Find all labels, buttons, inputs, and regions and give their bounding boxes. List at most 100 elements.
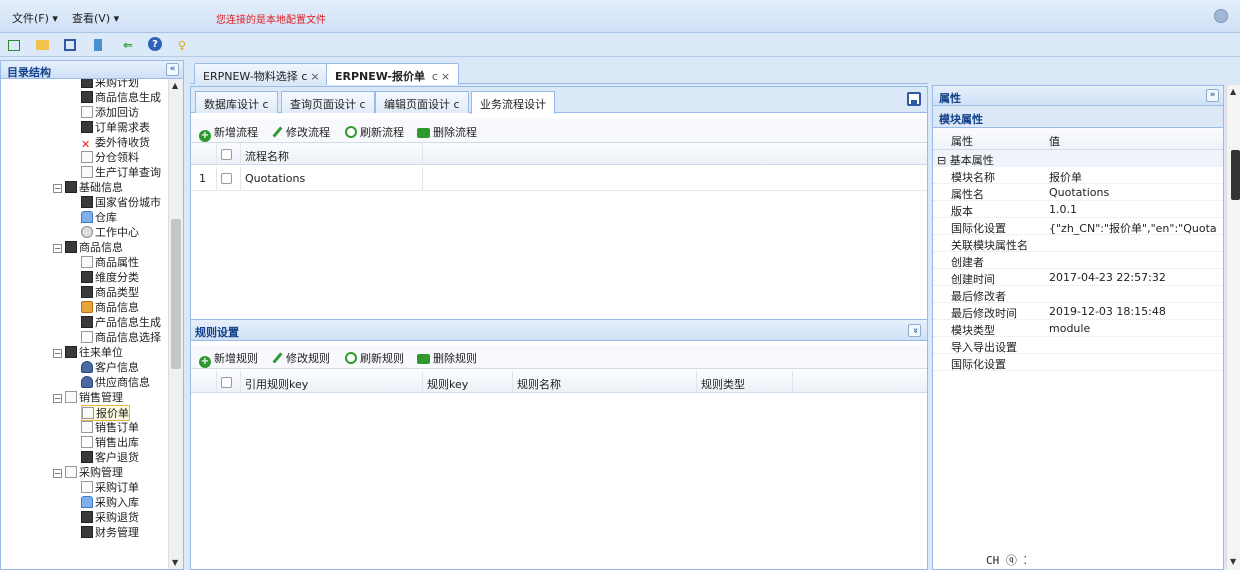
menu-view[interactable]: 查看(V) ▾ [72,10,119,26]
tree-toggle-icon[interactable]: − [53,184,62,193]
tree-scrollbar[interactable]: ▲ ▼ [168,79,183,569]
side-grip-handle[interactable] [1231,150,1240,200]
tree-item[interactable]: 客户信息 [81,360,139,376]
new-icon[interactable] [8,40,20,51]
save-icon[interactable] [64,39,76,51]
scroll-down-icon[interactable]: ▼ [1230,557,1236,566]
save-icon[interactable] [907,92,921,106]
tree-item[interactable]: 商品信息 [81,300,139,316]
lightbulb-icon[interactable]: ♀ [174,37,190,53]
property-row[interactable]: 最后修改者 [933,286,1223,303]
tab-query-page-design[interactable]: 查询页面设计 c [281,91,375,113]
tree-item[interactable]: 工作中心 [81,225,139,241]
open-folder-icon[interactable] [36,40,49,50]
tab-database-design[interactable]: 数据库设计 c [195,91,278,113]
tree-item[interactable]: 客户退货 [81,450,139,466]
property-row[interactable]: 关联模块属性名 [933,235,1223,252]
property-row[interactable]: 最后修改时间 2019-12-03 18:15:48 [933,303,1223,320]
tree-toggle-icon[interactable]: − [53,394,62,403]
tree-item[interactable]: 维度分类 [81,270,139,286]
expand-right-button[interactable]: » [1206,89,1219,102]
tab-quotation[interactable]: ERPNEW-报价单 c × [326,63,460,85]
property-row[interactable]: 创建者 [933,252,1223,269]
add-flow-button[interactable]: + 新增流程 [199,124,258,142]
property-value[interactable]: Quotations [1049,186,1221,199]
refresh-flow-button[interactable]: 刷新流程 [345,124,404,140]
property-row[interactable]: 模块类型 module [933,320,1223,337]
property-row[interactable]: 创建时间 2017-04-23 22:57:32 [933,269,1223,286]
property-value[interactable]: 2019-12-03 18:15:48 [1049,305,1221,318]
tree-item[interactable]: 生产订单查询 [81,165,161,181]
tree-toggle-icon[interactable]: − [53,349,62,358]
export-icon[interactable] [94,39,102,51]
collapse-left-button[interactable]: « [166,63,179,76]
column-rule-key[interactable]: 规则key [423,371,513,392]
collapse-group-icon[interactable]: ⊟ [937,154,946,167]
tree-item[interactable]: 仓库 [81,210,117,226]
tree-item[interactable]: 分仓领料 [81,150,139,166]
tree-item[interactable]: 商品属性 [81,255,139,271]
tab-material-select[interactable]: ERPNEW-物料选择 c × [194,63,329,84]
tree-item[interactable]: 采购退货 [81,510,139,526]
tree-item[interactable]: 商品信息选择 [81,330,161,346]
scroll-up-icon[interactable]: ▲ [172,81,178,90]
tree-item[interactable]: − 基础信息 [53,180,123,196]
tree-item[interactable]: 财务管理 [81,525,139,541]
edit-flow-button[interactable]: 修改流程 [271,124,330,140]
table-row[interactable]: 1 Quotations [191,167,927,191]
user-icon[interactable] [1214,9,1228,23]
ime-indicator[interactable]: CH ⓠ ⁚ [986,552,1027,568]
delete-flow-button[interactable]: 删除流程 [417,124,477,140]
menu-file[interactable]: 文件(F) ▾ [12,10,58,26]
tree-item[interactable]: 销售出库 [81,435,139,451]
column-ref-rule-key[interactable]: 引用规则key [241,371,423,392]
scroll-up-icon[interactable]: ▲ [1230,87,1236,96]
tree-scroll-thumb[interactable] [171,219,181,369]
property-row[interactable]: 版本 1.0.1 [933,201,1223,218]
edit-rule-button[interactable]: 修改规则 [271,350,330,366]
property-row[interactable]: 模块名称 报价单 [933,167,1223,184]
property-value[interactable]: 2017-04-23 22:57:32 [1049,271,1221,284]
property-row[interactable]: 国际化设置 [933,354,1223,371]
tree-item[interactable]: 产品信息生成 [81,315,161,331]
rules-toggle-button[interactable]: » [908,324,921,337]
property-value[interactable]: {"zh_CN":"报价单","en":"Quota [1049,220,1221,236]
property-value[interactable]: 1.0.1 [1049,203,1221,216]
tree-item[interactable]: 国家省份城市 [81,195,161,211]
scroll-down-icon[interactable]: ▼ [172,558,178,567]
close-icon[interactable]: × [310,70,319,83]
column-flow-name[interactable]: 流程名称 [241,143,423,164]
select-all-checkbox[interactable] [217,371,241,392]
row-checkbox[interactable] [217,167,241,190]
tree-item[interactable]: 添加回访 [81,105,139,121]
help-icon[interactable]: ? [148,37,162,51]
close-icon[interactable]: × [441,70,450,83]
property-row[interactable]: 国际化设置 {"zh_CN":"报价单","en":"Quota [933,218,1223,235]
delete-rule-button[interactable]: 删除规则 [417,350,477,366]
tree-item[interactable]: 商品信息生成 [81,90,161,106]
tree-item[interactable]: ✕ 委外待收货 [81,135,150,151]
tree-item[interactable]: 销售订单 [81,420,139,436]
property-group-basic[interactable]: ⊟ 基本属性 [933,150,1223,167]
property-row[interactable]: 导入导出设置 [933,337,1223,354]
tree-item[interactable]: 订单需求表 [81,120,150,136]
tree-item[interactable]: 采购入库 [81,495,139,511]
property-value[interactable]: module [1049,322,1221,335]
column-rule-name[interactable]: 规则名称 [513,371,697,392]
tree-toggle-icon[interactable]: − [53,469,62,478]
tree-toggle-icon[interactable]: − [53,244,62,253]
add-rule-button[interactable]: + 新增规则 [199,350,258,368]
property-row[interactable]: 属性名 Quotations [933,184,1223,201]
select-all-checkbox[interactable] [217,143,241,164]
tree-item[interactable]: 商品类型 [81,285,139,301]
tree-item[interactable]: − 商品信息 [53,240,123,256]
tab-edit-page-design[interactable]: 编辑页面设计 c [375,91,469,113]
tree-item[interactable]: 报价单 [81,405,130,421]
tab-business-flow-design[interactable]: 业务流程设计 [471,91,555,114]
tree-item[interactable]: − 销售管理 [53,390,123,406]
property-value[interactable]: 报价单 [1049,169,1221,185]
tree-item[interactable]: − 往来单位 [53,345,123,361]
refresh-rule-button[interactable]: 刷新规则 [345,350,404,366]
tree-item[interactable]: 供应商信息 [81,375,150,391]
column-rule-type[interactable]: 规则类型 [697,371,793,392]
